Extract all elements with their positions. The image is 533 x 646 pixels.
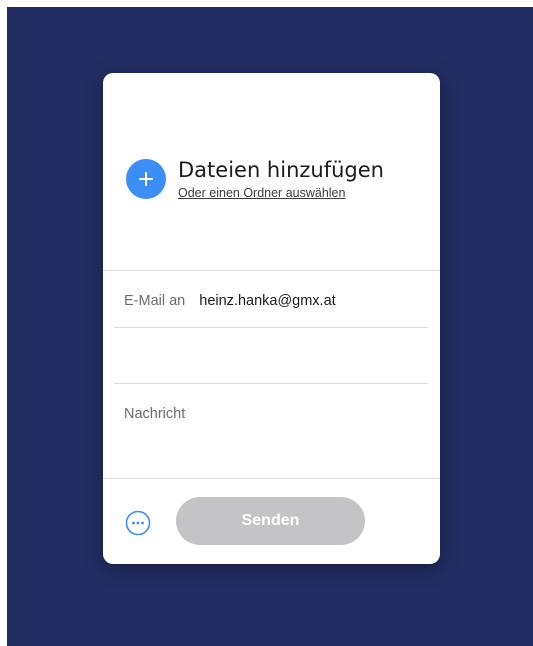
recipient-label: E-Mail an [124,293,186,309]
divider-email [114,327,428,328]
add-files-button[interactable] [126,158,166,199]
send-button[interactable]: Senden [176,497,365,545]
recipient-email[interactable]: heinz.hanka@gmx.at [199,293,335,309]
add-files-section: Dateien hinzufügen Oder einen Ordner aus… [126,157,384,200]
transfer-card: Dateien hinzufügen Oder einen Ordner aus… [103,73,440,564]
add-files-title[interactable]: Dateien hinzufügen [178,157,384,183]
background-panel: Dateien hinzufügen Oder einen Ordner aus… [7,7,533,646]
divider-footer [103,478,440,479]
plus-icon [138,171,154,187]
recipient-field[interactable]: E-Mail an heinz.hanka@gmx.at [124,293,336,309]
add-files-text: Dateien hinzufügen Oder einen Ordner aus… [178,157,384,200]
recipient-input[interactable] [114,335,428,389]
message-field[interactable] [114,391,428,481]
select-folder-link[interactable]: Oder einen Ordner auswählen [178,186,384,200]
more-options-icon [125,510,151,540]
divider-top [103,270,440,271]
more-options-button[interactable] [125,510,151,536]
message-placeholder: Nachricht [124,406,186,422]
divider-blank [114,383,428,384]
